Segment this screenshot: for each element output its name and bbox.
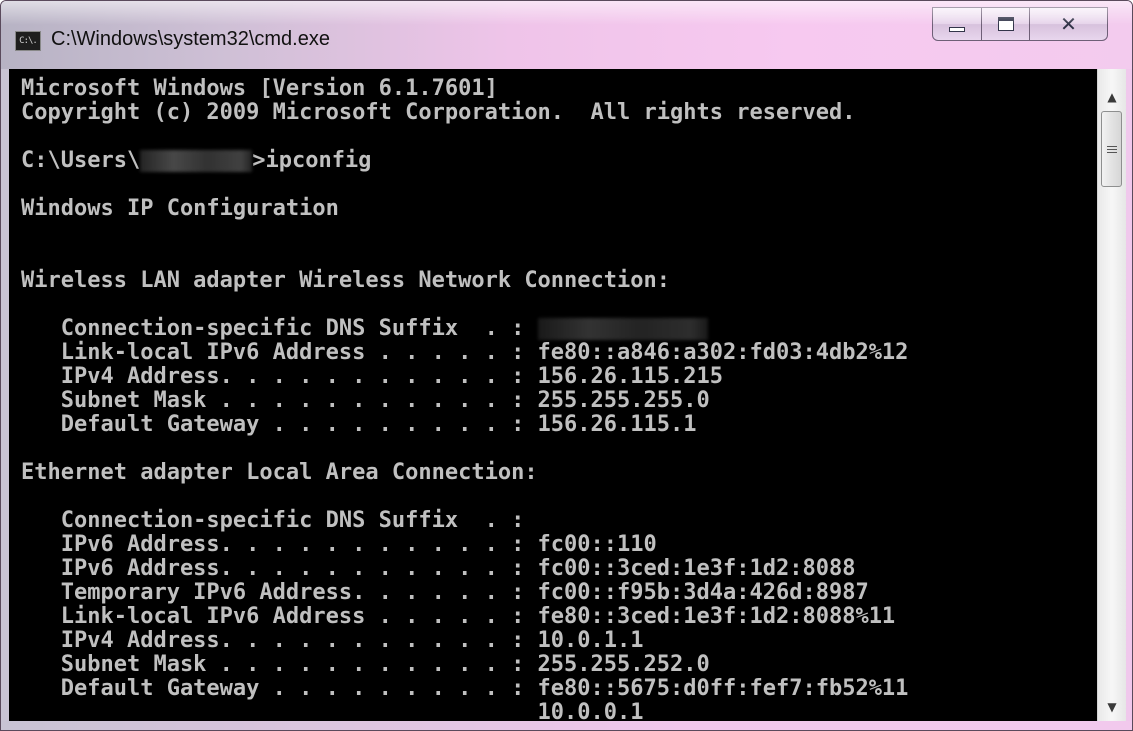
console-line-text: IPv6 Address. . . . . . . . . . . : fc00… [21,532,657,557]
redacted-dns-suffix [537,318,708,340]
console-line-text: Default Gateway . . . . . . . . . : 156.… [21,412,697,437]
redacted-username [140,150,253,172]
console-line: Copyright (c) 2009 Microsoft Corporation… [21,101,855,125]
console-line: Wireless LAN adapter Wireless Network Co… [21,269,670,293]
maximize-icon [997,17,1014,31]
console-line-text: Ethernet adapter Local Area Connection: [21,460,538,485]
console-line: C:\Users\ >ipconfig [21,149,371,173]
console-line-text: Default Gateway . . . . . . . . . : fe80… [21,676,909,701]
console-line-text: Temporary IPv6 Address. . . . . . : fc00… [21,580,869,605]
scroll-up-arrow-icon[interactable]: ▲ [1098,85,1126,109]
console-line-text: IPv4 Address. . . . . . . . . . . : 156.… [21,364,723,389]
console-line-text: 10.0.0.1 [21,700,644,722]
console-line: Default Gateway . . . . . . . . . : fe80… [21,676,909,701]
console-line-text: Subnet Mask . . . . . . . . . . . : 255.… [21,388,710,413]
console-line: IPv6 Address. . . . . . . . . . . : fc00… [21,556,856,581]
window-controls: ✕ [932,7,1108,41]
console-line: IPv4 Address. . . . . . . . . . . : 10.0… [21,629,644,653]
close-icon: ✕ [1060,12,1077,36]
console-line: Connection-specific DNS Suffix . : [21,317,708,341]
console-line: Link-local IPv6 Address . . . . . : fe80… [21,340,909,365]
scroll-grip-icon [1106,144,1117,155]
console-command: >ipconfig [252,148,372,173]
console-line-text: IPv6 Address. . . . . . . . . . . : fc00… [21,556,856,581]
cmd-app-icon[interactable]: C:\. [15,31,41,51]
console-line-text: Microsoft Windows [Version 6.1.7601] [21,76,498,101]
console-line-text: Connection-specific DNS Suffix . : [21,508,525,533]
scroll-thumb[interactable] [1101,111,1122,187]
window-bottom-border [1,721,1132,730]
minimize-button[interactable] [932,7,982,41]
console-line: Ethernet adapter Local Area Connection: [21,461,538,485]
console-line-text: Link-local IPv6 Address . . . . . : fe80… [21,340,909,365]
console-line: IPv4 Address. . . . . . . . . . . : 156.… [21,365,723,389]
console-line: IPv6 Address. . . . . . . . . . . : fc00… [21,533,657,557]
scroll-down-arrow-icon[interactable]: ▼ [1098,695,1126,719]
cmd-window: C:\. C:\Windows\system32\cmd.exe ✕ Micro… [0,0,1133,731]
console-line: Link-local IPv6 Address . . . . . : fe80… [21,605,895,629]
window-title: C:\Windows\system32\cmd.exe [51,28,330,50]
console-line: 10.0.0.1 [21,700,644,722]
console-line-text: Wireless LAN adapter Wireless Network Co… [21,268,671,293]
console-line-text: IPv4 Address. . . . . . . . . . . : 10.0… [21,628,644,653]
console-line-text: C:\Users\ [21,148,141,173]
close-button[interactable]: ✕ [1030,7,1108,41]
console-line: Connection-specific DNS Suffix . : [21,508,525,533]
console-line-text: Windows IP Configuration [21,196,339,221]
console-line-text: Subnet Mask . . . . . . . . . . . : 255.… [21,652,710,677]
vertical-scrollbar[interactable]: ▲ ▼ [1097,69,1126,721]
console-line: Default Gateway . . . . . . . . . : 156.… [21,413,697,437]
console-line: Subnet Mask . . . . . . . . . . . : 255.… [21,653,710,677]
console-line: Temporary IPv6 Address. . . . . . : fc00… [21,581,869,605]
console-line-text: Copyright (c) 2009 Microsoft Corporation… [21,100,856,125]
console-line: Windows IP Configuration [21,197,339,221]
minimize-icon [949,26,965,32]
console-line: Subnet Mask . . . . . . . . . . . : 255.… [21,389,710,413]
console-output[interactable]: Microsoft Windows [Version 6.1.7601] Copy… [9,69,1097,721]
title-bar[interactable]: C:\. C:\Windows\system32\cmd.exe ✕ [1,1,1132,69]
maximize-button[interactable] [982,7,1030,41]
console-line-text: Connection-specific DNS Suffix . : [21,316,538,341]
console-line-text: Link-local IPv6 Address . . . . . : fe80… [21,604,896,629]
console-line: Microsoft Windows [Version 6.1.7601] [21,77,498,101]
